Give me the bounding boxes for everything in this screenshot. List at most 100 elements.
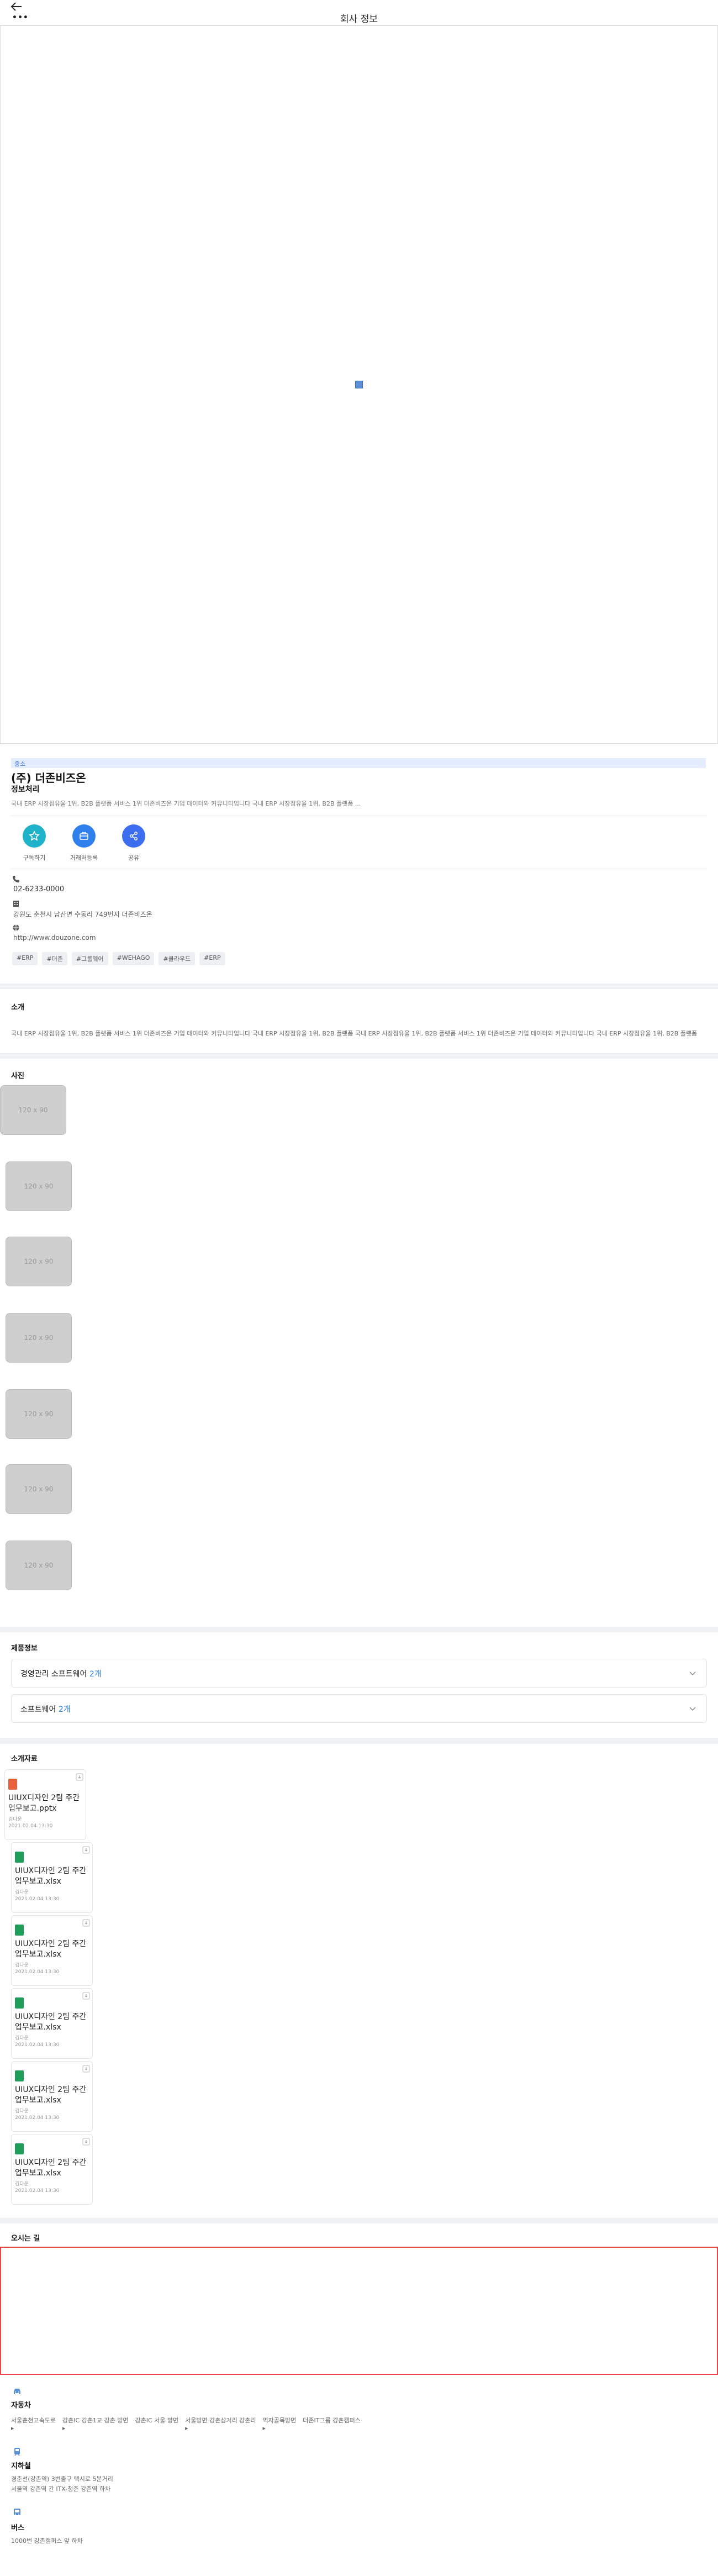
file-card[interactable]: UIUX디자인 2팀 주간 업무보고.pptx 김다운 2021.02.04 13…	[4, 1769, 86, 1840]
broken-image-icon	[355, 381, 363, 388]
file-meta: 김다운 2021.02.04 13:30	[8, 1817, 53, 1829]
globe-icon	[13, 924, 19, 932]
products-section-title: 제품정보	[11, 1644, 38, 1653]
product-count: 2개	[89, 1670, 102, 1679]
hashtag[interactable]: #더존	[42, 952, 67, 965]
company-size-badge: 중소	[11, 758, 706, 768]
photo-thumbnail[interactable]: 120 x 90	[6, 1237, 72, 1286]
star-icon	[23, 824, 46, 848]
company-description: 국내 ERP 시장점유율 1위, B2B 플랫폼 서비스 1위 더존비즈온 기업…	[11, 800, 361, 807]
product-category-row[interactable]: 경영관리 소프트웨어 2개	[11, 1659, 707, 1687]
map-area[interactable]	[0, 2247, 718, 2375]
building-icon	[13, 901, 19, 907]
car-title: 자동차	[11, 2401, 31, 2410]
subscribe-label: 구독하기	[23, 854, 46, 861]
file-name: UIUX디자인 2팀 주간 업무보고.xlsx	[15, 2158, 87, 2178]
subway-icon	[14, 2448, 20, 2456]
file-name: UIUX디자인 2팀 주간 업무보고.xlsx	[15, 2085, 87, 2105]
product-category-label: 경영관리 소프트웨어 2개	[20, 1670, 102, 1679]
photo-thumbnail[interactable]: 120 x 90	[6, 1541, 72, 1590]
company-hero-image	[0, 25, 718, 744]
photo-thumbnail[interactable]: 120 x 90	[6, 1313, 72, 1363]
file-name: UIUX디자인 2팀 주간 업무보고.pptx	[8, 1794, 80, 1813]
file-card[interactable]: UIUX디자인 2팀 주간 업무보고.xlsx 김다운 2021.02.04 13…	[11, 1915, 93, 1986]
section-divider	[0, 1738, 718, 1744]
route-step: 먹자골목방면 ▸	[262, 2417, 297, 2432]
photo-thumbnail[interactable]: 120 x 90	[6, 1161, 72, 1211]
section-divider	[0, 2218, 718, 2223]
route-step: 강촌IC 강촌1교 강촌 방면 ▸	[62, 2417, 129, 2432]
product-category-label: 소프트웨어 2개	[20, 1705, 71, 1714]
download-icon[interactable]	[82, 2138, 90, 2146]
route-step: 더존IT그룹 강촌캠퍼스	[303, 2417, 361, 2424]
directions-section-title: 오시는 길	[11, 2235, 40, 2243]
bus-title: 버스	[11, 2524, 24, 2532]
download-icon[interactable]	[82, 1919, 90, 1927]
download-icon[interactable]	[82, 1992, 90, 2000]
route-step: 서울방면 강촌삼거리 강촌리 ▸	[185, 2417, 256, 2432]
download-icon[interactable]	[82, 2065, 90, 2073]
hashtag[interactable]: #ERP	[199, 952, 225, 965]
photo-thumbnail[interactable]: 120 x 90	[6, 1389, 72, 1439]
hashtag[interactable]: #WEHAGO	[112, 952, 155, 965]
file-card[interactable]: UIUX디자인 2팀 주간 업무보고.xlsx 김다운 2021.02.04 13…	[11, 1842, 93, 1913]
car-route: 서울춘천고속도로 ▸ 강촌IC 강촌1교 강촌 방면 ▸ 강촌IC 서울 방면 서울…	[11, 2416, 361, 2432]
file-meta: 김다운 2021.02.04 13:30	[15, 2036, 60, 2048]
bus-info: 1000번 강촌캠퍼스 앞 하차	[11, 2537, 83, 2545]
xlsx-file-icon	[15, 2143, 24, 2154]
download-icon[interactable]	[82, 1846, 90, 1854]
subway-title: 지하철	[11, 2462, 31, 2470]
top-bar: ••• 회사 정보	[0, 0, 718, 25]
share-icon	[122, 824, 145, 848]
company-phone[interactable]: 02-6233-0000	[13, 885, 64, 893]
section-divider	[0, 1053, 718, 1059]
photo-thumbnail[interactable]: 120 x 90	[6, 1464, 72, 1514]
xlsx-file-icon	[15, 2070, 24, 2081]
back-arrow-icon[interactable]	[10, 1, 23, 12]
product-count: 2개	[58, 1705, 71, 1714]
share-button[interactable]: 공유	[117, 824, 150, 862]
hashtag-list: #ERP #더존 #그룹웨어 #WEHAGO #클라우드 #ERP	[12, 952, 225, 965]
file-meta: 김다운 2021.02.04 13:30	[15, 2109, 60, 2121]
section-divider	[0, 1627, 718, 1632]
file-meta: 김다운 2021.02.04 13:30	[15, 1890, 60, 1902]
photo-thumbnail[interactable]: 120 x 90	[0, 1085, 66, 1135]
company-industry: 정보처리	[11, 785, 40, 794]
materials-section-title: 소개자료	[11, 1755, 38, 1763]
product-category-row[interactable]: 소프트웨어 2개	[11, 1694, 707, 1723]
photos-section-title: 사진	[11, 1072, 24, 1080]
section-divider	[0, 984, 718, 989]
file-meta: 김다운 2021.02.04 13:30	[15, 1963, 60, 1975]
company-address: 강원도 춘천시 남산면 수동리 749번지 더존비즈온	[13, 911, 152, 918]
share-label: 공유	[128, 854, 140, 861]
subscribe-button[interactable]: 구독하기	[18, 824, 51, 862]
file-name: UIUX디자인 2팀 주간 업무보고.xlsx	[15, 2012, 87, 2032]
file-name: UIUX디자인 2팀 주간 업무보고.xlsx	[15, 1939, 87, 1959]
download-icon[interactable]	[76, 1773, 83, 1781]
add-client-label: 거래처등록	[70, 854, 98, 861]
company-name: (주) 더존비즈온	[11, 771, 86, 785]
file-card[interactable]: UIUX디자인 2팀 주간 업무보고.xlsx 김다운 2021.02.04 13…	[11, 2061, 93, 2132]
car-icon	[14, 2389, 20, 2394]
hashtag[interactable]: #그룹웨어	[71, 952, 108, 965]
briefcase-icon	[72, 824, 96, 848]
xlsx-file-icon	[15, 1925, 24, 1936]
page-title: 회사 정보	[340, 14, 378, 25]
company-website[interactable]: http://www.douzone.com	[13, 934, 96, 942]
file-name: UIUX디자인 2팀 주간 업무보고.xlsx	[15, 1867, 87, 1886]
hashtag[interactable]: #ERP	[12, 952, 38, 965]
bus-icon	[14, 2509, 20, 2515]
chevron-down-icon	[689, 1671, 696, 1676]
hashtag[interactable]: #클라우드	[159, 952, 196, 965]
file-card[interactable]: UIUX디자인 2팀 주간 업무보고.xlsx 김다운 2021.02.04 13…	[11, 2134, 93, 2205]
subway-info: 경춘선(강촌역) 3번출구 택시로 5분거리 서울역 강촌역 간 ITX-청춘 …	[11, 2475, 113, 2493]
file-meta: 김다운 2021.02.04 13:30	[15, 2181, 60, 2194]
route-step: 서울춘천고속도로 ▸	[11, 2417, 56, 2432]
route-step: 강촌IC 서울 방면	[135, 2417, 179, 2424]
pptx-file-icon	[8, 1779, 17, 1790]
phone-icon	[13, 876, 19, 882]
xlsx-file-icon	[15, 1852, 24, 1863]
add-client-button[interactable]: 거래처등록	[67, 824, 101, 862]
xlsx-file-icon	[15, 1997, 24, 2009]
file-card[interactable]: UIUX디자인 2팀 주간 업무보고.xlsx 김다운 2021.02.04 13…	[11, 1988, 93, 2059]
